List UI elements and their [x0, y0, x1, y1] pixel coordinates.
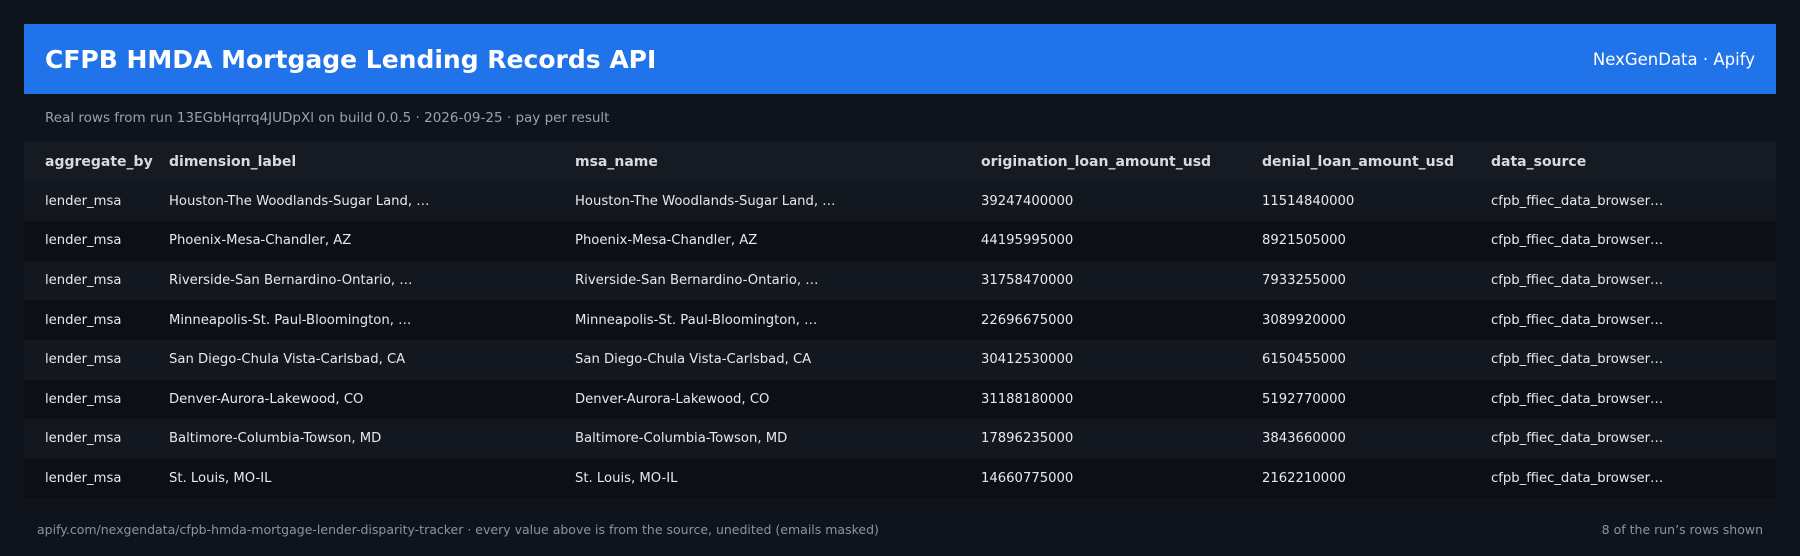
cell-denial-loan-amount: 3089920000 — [1262, 312, 1346, 328]
cell-msa-name: St. Louis, MO-IL — [575, 471, 678, 487]
cell-dimension-label: Phoenix-Mesa-Chandler, AZ — [169, 233, 352, 249]
cell-dimension-label: Houston-The Woodlands-Sugar Land, … — [169, 193, 430, 209]
cell-dimension-label: Minneapolis-St. Paul-Bloomington, … — [169, 312, 412, 328]
cell-aggregate-by: lender_msa — [45, 431, 122, 447]
cell-dimension-label: San Diego-Chula Vista-Carlsbad, CA — [169, 352, 406, 368]
column-header-denial-loan-amount[interactable]: denial_loan_amount_usd — [1262, 154, 1491, 170]
footer-row-count: 8 of the run’s rows shown — [1601, 521, 1763, 537]
run-info: Real rows from run 13EGbHqrrq4JUDpXl on … — [45, 110, 610, 126]
cell-dimension-label: Baltimore-Columbia-Towson, MD — [169, 431, 382, 447]
cell-denial-loan-amount: 5192770000 — [1262, 391, 1346, 407]
cell-aggregate-by: lender_msa — [45, 193, 122, 209]
cell-origination-loan-amount: 17896235000 — [981, 431, 1074, 447]
cell-msa-name: Baltimore-Columbia-Towson, MD — [575, 431, 788, 447]
table-row[interactable]: lender_msa Phoenix-Mesa-Chandler, AZ Pho… — [24, 221, 1776, 261]
cell-aggregate-by: lender_msa — [45, 233, 122, 249]
cell-msa-name: Phoenix-Mesa-Chandler, AZ — [575, 233, 758, 249]
page-title: CFPB HMDA Mortgage Lending Records API — [45, 44, 657, 74]
cell-aggregate-by: lender_msa — [45, 471, 122, 487]
results-panel: CFPB HMDA Mortgage Lending Records API N… — [24, 24, 1776, 502]
cell-denial-loan-amount: 6150455000 — [1262, 352, 1346, 368]
column-header-msa-name[interactable]: msa_name — [575, 154, 981, 170]
cell-origination-loan-amount: 31188180000 — [981, 391, 1074, 407]
cell-denial-loan-amount: 2162210000 — [1262, 471, 1346, 487]
cell-data-source: cfpb_ffiec_data_browser… — [1491, 193, 1664, 209]
cell-origination-loan-amount: 39247400000 — [981, 193, 1074, 209]
cell-data-source: cfpb_ffiec_data_browser… — [1491, 431, 1664, 447]
column-header-origination-loan-amount[interactable]: origination_loan_amount_usd — [981, 154, 1262, 170]
cell-data-source: cfpb_ffiec_data_browser… — [1491, 233, 1664, 249]
cell-aggregate-by: lender_msa — [45, 391, 122, 407]
column-header-data-source[interactable]: data_source — [1491, 154, 1776, 170]
table-row[interactable]: lender_msa Baltimore-Columbia-Towson, MD… — [24, 419, 1776, 459]
cell-data-source: cfpb_ffiec_data_browser… — [1491, 391, 1664, 407]
cell-data-source: cfpb_ffiec_data_browser… — [1491, 352, 1664, 368]
table-header-row: aggregate_by dimension_label msa_name or… — [24, 142, 1776, 182]
results-table: aggregate_by dimension_label msa_name or… — [24, 142, 1776, 499]
cell-origination-loan-amount: 22696675000 — [981, 312, 1074, 328]
cell-origination-loan-amount: 44195995000 — [981, 233, 1074, 249]
cell-msa-name: Denver-Aurora-Lakewood, CO — [575, 391, 770, 407]
cell-denial-loan-amount: 7933255000 — [1262, 273, 1346, 289]
table-row[interactable]: lender_msa San Diego-Chula Vista-Carlsba… — [24, 339, 1776, 380]
column-header-dimension-label[interactable]: dimension_label — [169, 154, 575, 170]
cell-origination-loan-amount: 31758470000 — [981, 273, 1074, 289]
cell-origination-loan-amount: 14660775000 — [981, 471, 1074, 487]
cell-data-source: cfpb_ffiec_data_browser… — [1491, 471, 1664, 487]
cell-dimension-label: Riverside-San Bernardino-Ontario, … — [169, 273, 413, 289]
cell-msa-name: Riverside-San Bernardino-Ontario, … — [575, 273, 819, 289]
header-bar: CFPB HMDA Mortgage Lending Records API N… — [24, 24, 1776, 94]
brand-label[interactable]: NexGenData · Apify — [1593, 50, 1755, 69]
cell-data-source: cfpb_ffiec_data_browser… — [1491, 273, 1664, 289]
footer-bar: apify.com/nexgendata/cfpb-hmda-mortgage-… — [24, 506, 1776, 552]
column-header-aggregate-by[interactable]: aggregate_by — [24, 154, 169, 170]
cell-dimension-label: Denver-Aurora-Lakewood, CO — [169, 391, 364, 407]
cell-denial-loan-amount: 11514840000 — [1262, 193, 1355, 209]
cell-aggregate-by: lender_msa — [45, 352, 122, 368]
table-row[interactable]: lender_msa Minneapolis-St. Paul-Blooming… — [24, 300, 1776, 340]
footer-source-note[interactable]: apify.com/nexgendata/cfpb-hmda-mortgage-… — [37, 522, 879, 537]
cell-msa-name: Houston-The Woodlands-Sugar Land, … — [575, 193, 836, 209]
cell-origination-loan-amount: 30412530000 — [981, 352, 1074, 368]
cell-dimension-label: St. Louis, MO-IL — [169, 471, 272, 487]
cell-msa-name: San Diego-Chula Vista-Carlsbad, CA — [575, 352, 812, 368]
table-row[interactable]: lender_msa St. Louis, MO-IL St. Louis, M… — [24, 458, 1776, 499]
cell-aggregate-by: lender_msa — [45, 273, 122, 289]
table-row[interactable]: lender_msa Denver-Aurora-Lakewood, CO De… — [24, 379, 1776, 420]
table-row[interactable]: lender_msa Houston-The Woodlands-Sugar L… — [24, 181, 1776, 222]
cell-denial-loan-amount: 3843660000 — [1262, 431, 1346, 447]
cell-data-source: cfpb_ffiec_data_browser… — [1491, 312, 1664, 328]
cell-denial-loan-amount: 8921505000 — [1262, 233, 1346, 249]
cell-aggregate-by: lender_msa — [45, 312, 122, 328]
table-row[interactable]: lender_msa Riverside-San Bernardino-Onta… — [24, 260, 1776, 301]
cell-msa-name: Minneapolis-St. Paul-Bloomington, … — [575, 312, 818, 328]
